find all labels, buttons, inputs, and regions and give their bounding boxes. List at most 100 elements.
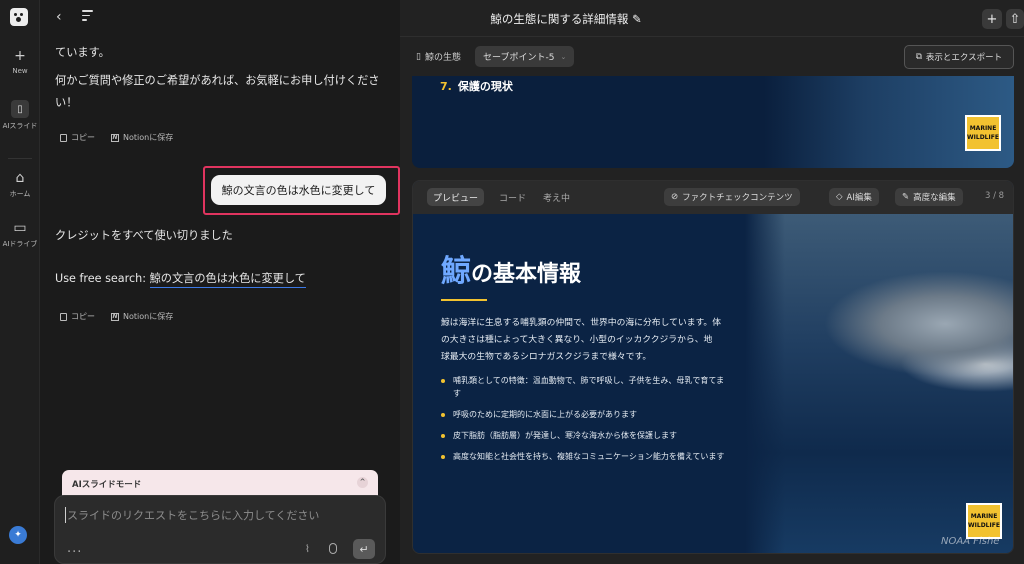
- tab-preview[interactable]: プレビュー: [427, 188, 485, 206]
- page-indicator: 3 / 8: [985, 191, 1005, 201]
- copy-label: コピー: [71, 312, 95, 321]
- notion-label: Notionに保存: [123, 133, 174, 142]
- title-bar: 鯨の生態に関する詳細情報 ✎ + ⇧: [400, 0, 1024, 36]
- copy-label: コピー: [71, 133, 95, 142]
- save-to-notion-button[interactable]: N Notionに保存: [111, 311, 173, 322]
- slide-title: 鯨の基本情報: [441, 246, 581, 290]
- credit-exhausted-message: クレジットをすべて使い切りました: [55, 229, 233, 242]
- chat-topbar: ‹: [40, 0, 400, 36]
- photo-credit: NOAA Fishe: [941, 536, 1000, 547]
- badge-line: MARINE: [970, 513, 998, 520]
- badge-line: WILDLIFE: [968, 522, 1000, 529]
- chat-panel: ‹ ています。 何かご質問や修正のご希望があれば、お気軽にお申し付けくださ い！…: [40, 0, 400, 564]
- badge-line: MARINE: [969, 125, 997, 132]
- advanced-edit-button[interactable]: ✎ 高度な編集: [895, 188, 963, 206]
- save-point-select[interactable]: セーブポイント-5 ⌄: [475, 46, 575, 67]
- copy-icon: [60, 133, 67, 142]
- free-search-link[interactable]: 鯨の文言の色は水色に変更して: [149, 272, 306, 288]
- tab-code[interactable]: コード: [493, 188, 532, 206]
- slide-canvas: 鯨の基本情報 鯨は海洋に生息する哺乳類の仲間で、世界中の海に分布しています。体の…: [413, 214, 1013, 553]
- fact-check-label: ファクトチェックコンテンツ: [682, 193, 793, 203]
- mode-label: AIスライドモード: [72, 480, 142, 490]
- rail-item-ai-drive[interactable]: ▭ AIドライブ: [0, 220, 40, 249]
- document-title-text: 鯨の生態に関する詳細情報: [490, 12, 629, 26]
- rail-divider: [8, 158, 32, 159]
- deck-name-text: 鯨の生態: [424, 53, 461, 63]
- rail-item-ai-slides[interactable]: ▯ AIスライド: [0, 100, 40, 131]
- slide-card: プレビュー コード 考え中 ⊘ ファクトチェックコンテンツ ◇ AI編集 ✎ 高度な編…: [412, 180, 1014, 554]
- bullet-item: 呼吸のために定期的に水面に上がる必要があります: [441, 408, 731, 421]
- document-title[interactable]: 鯨の生態に関する詳細情報 ✎: [466, 11, 666, 27]
- bullet-list: 哺乳類としての特徴：温血動物で、肺で呼吸し、子供を生み、母乳で育てます 呼吸のた…: [441, 374, 731, 471]
- app-logo-icon[interactable]: [10, 8, 28, 26]
- microphone-icon[interactable]: [329, 543, 337, 554]
- chevron-down-icon: ⌄: [560, 52, 567, 61]
- save-to-notion-button[interactable]: N Notionに保存: [111, 132, 173, 143]
- assistant-message-text: 何かご質問や修正のご希望があれば、お気軽にお申し付けくださ: [55, 74, 380, 87]
- message-actions: コピー N Notionに保存: [60, 311, 173, 322]
- bullet-item: 哺乳類としての特徴：温血動物で、肺で呼吸し、子供を生み、母乳で育てます: [441, 374, 731, 400]
- view-export-button[interactable]: ⧉ 表示とエクスポート: [904, 45, 1014, 69]
- notion-label: Notionに保存: [123, 312, 174, 321]
- copy-icon: [60, 312, 67, 321]
- deck-toolbar: ▯ 鯨の生態 セーブポイント-5 ⌄ ⧉ 表示とエクスポート: [400, 36, 1024, 76]
- notion-icon: N: [111, 133, 119, 142]
- back-arrow-icon[interactable]: ‹: [56, 9, 62, 25]
- menu-icon[interactable]: [82, 10, 93, 21]
- rail-item-label: ホーム: [9, 190, 31, 198]
- export-label: 表示とエクスポート: [925, 53, 1003, 63]
- ai-edit-label: AI編集: [846, 193, 872, 203]
- ai-edit-button[interactable]: ◇ AI編集: [829, 188, 879, 206]
- rail-item-label: AIドライブ: [2, 240, 38, 248]
- sparkle-icon: ◇: [836, 192, 843, 202]
- highlight-box: 鯨の文言の色は水色に変更して: [203, 166, 400, 215]
- send-button[interactable]: ↵: [353, 539, 375, 559]
- free-search-prefix: Use free search:: [55, 272, 150, 285]
- badge-line: WILDLIFE: [967, 134, 999, 141]
- bullet-item: 皮下脂肪（脂肪層）が発達し、寒冷な海水から体を保護します: [441, 429, 731, 442]
- free-search-line: Use free search: 鯨の文言の色は水色に変更して: [55, 270, 306, 288]
- agenda-item: 7. 保護の現状: [440, 78, 513, 94]
- copy-button[interactable]: コピー: [60, 311, 95, 322]
- agenda-item-text: 保護の現状: [457, 80, 513, 93]
- notion-icon: N: [111, 312, 119, 321]
- copy-button[interactable]: コピー: [60, 132, 95, 143]
- slide-title-rest: の基本情報: [471, 262, 582, 287]
- rail-item-new[interactable]: + New: [0, 48, 40, 75]
- rail-item-label: AIスライド: [2, 122, 38, 130]
- assistant-message-text: い！: [55, 96, 78, 109]
- home-icon: ⌂: [15, 170, 25, 186]
- pencil-icon: ✎: [902, 192, 910, 202]
- chevron-up-icon[interactable]: ^: [357, 477, 368, 488]
- gift-icon[interactable]: ✦: [9, 526, 27, 544]
- bullet-item: 高度な知能と社会性を持ち、複雑なコミュニケーション能力を備えています: [441, 450, 731, 463]
- attach-icon[interactable]: ⌇: [305, 544, 310, 555]
- rail-item-label: New: [12, 67, 28, 75]
- fact-check-button[interactable]: ⊘ ファクトチェックコンテンツ: [664, 188, 800, 206]
- left-rail: + New ▯ AIスライド ⌂ ホーム ▭ AIドライブ ✦: [0, 0, 40, 564]
- agenda-item-number: 7.: [440, 80, 452, 93]
- drive-icon: ▭: [13, 220, 27, 236]
- tab-thinking[interactable]: 考え中: [537, 188, 576, 206]
- slide-intro-text: 鯨は海洋に生息する哺乳類の仲間で、世界中の海に分布しています。体の大きさは種によ…: [441, 318, 722, 362]
- share-icon[interactable]: ⇧: [1006, 9, 1024, 29]
- marine-wildlife-badge: MARINE WILDLIFE: [965, 115, 1001, 151]
- advanced-edit-label: 高度な編集: [913, 193, 956, 203]
- book-icon: ▯: [416, 51, 421, 62]
- prompt-input[interactable]: スライドのリクエストをこちらに入力してください ... ⌇ ↵: [54, 495, 386, 564]
- external-link-icon: ⧉: [915, 52, 922, 62]
- more-options-icon[interactable]: ...: [67, 541, 82, 556]
- slide-workspace: 鯨の生態に関する詳細情報 ✎ + ⇧ ▯ 鯨の生態 セーブポイント-5 ⌄ ⧉ 表示と…: [400, 0, 1024, 564]
- marine-wildlife-badge: MARINE WILDLIFE: [966, 503, 1002, 539]
- title-underline: [441, 299, 487, 301]
- add-icon[interactable]: +: [982, 9, 1002, 29]
- previous-slide-preview[interactable]: 7. 保護の現状 MARINE WILDLIFE: [412, 76, 1014, 168]
- plus-icon: +: [14, 48, 26, 64]
- rail-item-home[interactable]: ⌂ ホーム: [0, 170, 40, 199]
- save-point-text: セーブポイント-5: [483, 53, 555, 63]
- slide-card-toolbar: プレビュー コード 考え中 ⊘ ファクトチェックコンテンツ ◇ AI編集 ✎ 高度な編…: [413, 181, 1013, 214]
- prompt-placeholder: スライドのリクエストをこちらに入力してください: [65, 507, 320, 523]
- edit-pencil-icon[interactable]: ✎: [632, 12, 642, 26]
- slide-title-kanji: 鯨: [441, 254, 471, 289]
- slides-icon: ▯: [11, 100, 29, 118]
